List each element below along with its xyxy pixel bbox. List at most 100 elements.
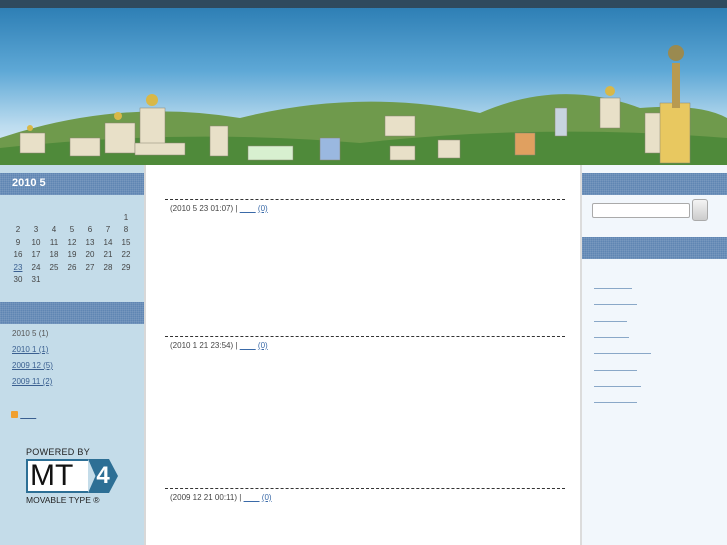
post-comments-link[interactable]: (0) — [258, 204, 268, 213]
calendar-day: 20 — [81, 249, 99, 262]
archives-header — [0, 302, 144, 324]
calendar-day: 16 — [9, 249, 27, 262]
calendar-day-label: 30 — [13, 275, 23, 285]
calendar-day — [99, 274, 117, 287]
archive-link[interactable]: 2009 11 (2) — [12, 377, 52, 386]
rss-feed-icon — [11, 411, 18, 419]
calendar-day: 17 — [27, 249, 45, 262]
calendar-day-label: 6 — [87, 225, 93, 235]
calendar-day: 9 — [9, 236, 27, 249]
calendar-day — [45, 211, 63, 224]
left-sidebar: 2010 5 1 2 3 4 5 6 7 8 9 10 11 12 13 14 15 16 17 18 19 20 21… — [0, 165, 146, 545]
calendar-day-label: 21 — [103, 250, 113, 260]
calendar-day-label: 10 — [31, 237, 41, 247]
calendar-day: 24 — [27, 261, 45, 274]
calendar-day: 19 — [63, 249, 81, 262]
search-header — [582, 173, 727, 195]
category-link[interactable] — [594, 385, 641, 387]
category-link[interactable] — [594, 304, 637, 306]
header-banner-kyiv-skyline — [0, 8, 727, 165]
calendar-day: 27 — [81, 261, 99, 274]
search-button[interactable] — [692, 199, 708, 221]
post-comments-link[interactable]: (0) — [258, 341, 268, 350]
powered-by-movable-type-logo[interactable]: POWERED BY MT 4 MOVABLE TYPE ® — [26, 447, 126, 505]
category-link[interactable] — [594, 353, 651, 355]
calendar-day: 6 — [81, 224, 99, 237]
post-permalink[interactable] — [240, 204, 256, 213]
calendar-day-label: 26 — [67, 262, 77, 272]
archive-link: 2010 5 (1) — [12, 329, 49, 338]
feed-link[interactable] — [20, 410, 36, 419]
calendar-day: 10 — [27, 236, 45, 249]
category-link[interactable] — [594, 402, 637, 404]
calendar-day — [99, 211, 117, 224]
category-link[interactable] — [594, 288, 632, 289]
mt-version: 4 — [88, 459, 118, 493]
calendar-day: 14 — [99, 236, 117, 249]
category-link[interactable] — [594, 369, 637, 371]
calendar-day: 11 — [45, 236, 63, 249]
calendar-day-label[interactable]: 23 — [14, 263, 23, 272]
calendar-day — [117, 274, 135, 287]
calendar-day: 12 — [63, 236, 81, 249]
post-meta: (2010 1 21 23:54) | — [170, 341, 240, 350]
post-meta: (2010 5 23 01:07) | — [170, 204, 240, 213]
calendar-day-label: 8 — [123, 225, 129, 235]
calendar-day: 30 — [9, 274, 27, 287]
calendar-day-label: 24 — [31, 262, 41, 272]
calendar: 1 2 3 4 5 6 7 8 9 10 11 12 13 14 15 16 17 18 19 20 21 22 23 24 2… — [9, 211, 135, 286]
categories-header — [582, 237, 727, 259]
archive-link[interactable]: 2010 1 (1) — [12, 345, 48, 354]
calendar-day: 5 — [63, 224, 81, 237]
calendar-day: 22 — [117, 249, 135, 262]
top-bar — [0, 0, 727, 8]
calendar-day-label: 31 — [31, 275, 41, 285]
calendar-day-label: 14 — [103, 237, 113, 247]
calendar-day: 21 — [99, 249, 117, 262]
calendar-day[interactable]: 23 — [9, 261, 27, 274]
calendar-day: 29 — [117, 261, 135, 274]
calendar-title: 2010 5 — [0, 173, 144, 195]
calendar-day: 3 — [27, 224, 45, 237]
calendar-day — [81, 274, 99, 287]
calendar-day: 28 — [99, 261, 117, 274]
calendar-day-label: 13 — [85, 237, 95, 247]
calendar-day-label: 22 — [121, 250, 131, 260]
calendar-day-label: 19 — [67, 250, 77, 260]
calendar-day-label: 25 — [49, 262, 59, 272]
calendar-day-label: 5 — [69, 225, 75, 235]
post-comments-link[interactable]: (0) — [262, 493, 272, 502]
post-permalink[interactable] — [240, 341, 256, 350]
calendar-day: 13 — [81, 236, 99, 249]
calendar-day-label: 9 — [15, 237, 21, 247]
calendar-day — [9, 211, 27, 224]
mt-logo-text: MT — [26, 459, 88, 493]
search-input[interactable] — [592, 203, 690, 218]
calendar-day — [63, 274, 81, 287]
main-content: (2010 5 23 01:07) | (0) (2010 1 21 23:54)… — [148, 165, 580, 545]
calendar-day: 1 — [117, 211, 135, 224]
movable-type-text: MOVABLE TYPE ® — [26, 495, 100, 505]
calendar-day: 2 — [9, 224, 27, 237]
calendar-day: 7 — [99, 224, 117, 237]
calendar-day: 26 — [63, 261, 81, 274]
category-link[interactable] — [594, 336, 629, 338]
post-permalink[interactable] — [244, 493, 260, 502]
powered-by-text: POWERED BY — [26, 447, 91, 457]
post-footer: (2009 12 21 00:11) | (0) — [165, 488, 565, 503]
calendar-day-label: 27 — [85, 262, 95, 272]
calendar-day-label: 20 — [85, 250, 95, 260]
category-link[interactable] — [594, 320, 627, 322]
calendar-day: 25 — [45, 261, 63, 274]
calendar-day — [45, 274, 63, 287]
calendar-day-label: 18 — [49, 250, 59, 260]
calendar-day-label: 16 — [13, 250, 23, 260]
post-footer: (2010 1 21 23:54) | (0) — [165, 336, 565, 351]
calendar-day-label: 29 — [121, 262, 131, 272]
archive-link[interactable]: 2009 12 (5) — [12, 361, 53, 370]
calendar-day-label: 2 — [15, 225, 21, 235]
calendar-day-label: 12 — [67, 237, 77, 247]
calendar-day-label: 28 — [103, 262, 113, 272]
right-sidebar — [580, 165, 727, 545]
calendar-day-label: 15 — [121, 237, 131, 247]
